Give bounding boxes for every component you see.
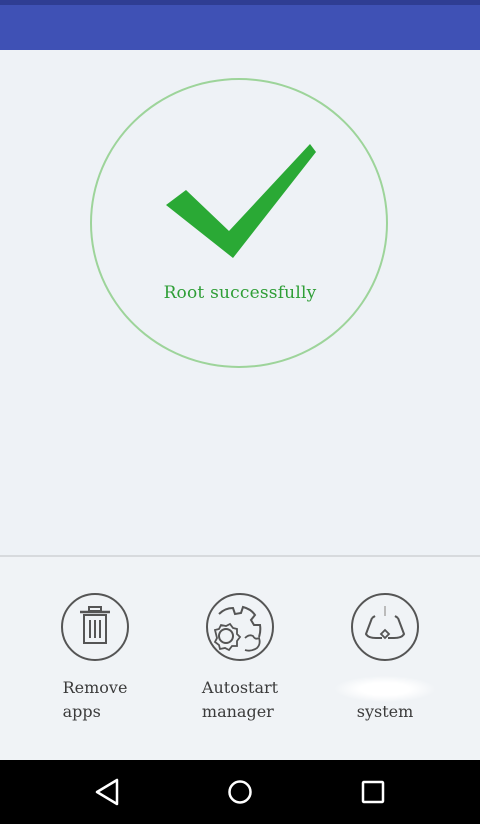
remove-apps-label: Remove apps: [62, 678, 128, 721]
autostart-manager-label: Autostart manager: [201, 678, 279, 721]
back-triangle-icon[interactable]: [88, 774, 128, 810]
autostart-manager-button[interactable]: Autostart manager: [170, 592, 310, 724]
system-button[interactable]: system: [315, 592, 455, 724]
tools-panel: Remove apps Autostart manager system: [0, 557, 480, 760]
home-circle-icon[interactable]: [220, 774, 260, 810]
recycle-icon: [351, 593, 419, 661]
blurred-label-area: [335, 676, 435, 702]
remove-apps-button[interactable]: Remove apps: [25, 592, 165, 724]
navigation-bar: [0, 760, 480, 824]
screen: Root successfully Remove apps Autostart …: [0, 0, 480, 824]
recents-square-icon[interactable]: [353, 774, 393, 810]
checkmark-icon: [166, 144, 316, 258]
gears-icon: [206, 593, 274, 661]
trash-icon: [61, 593, 129, 661]
root-status-text: Root successfully: [163, 283, 317, 303]
